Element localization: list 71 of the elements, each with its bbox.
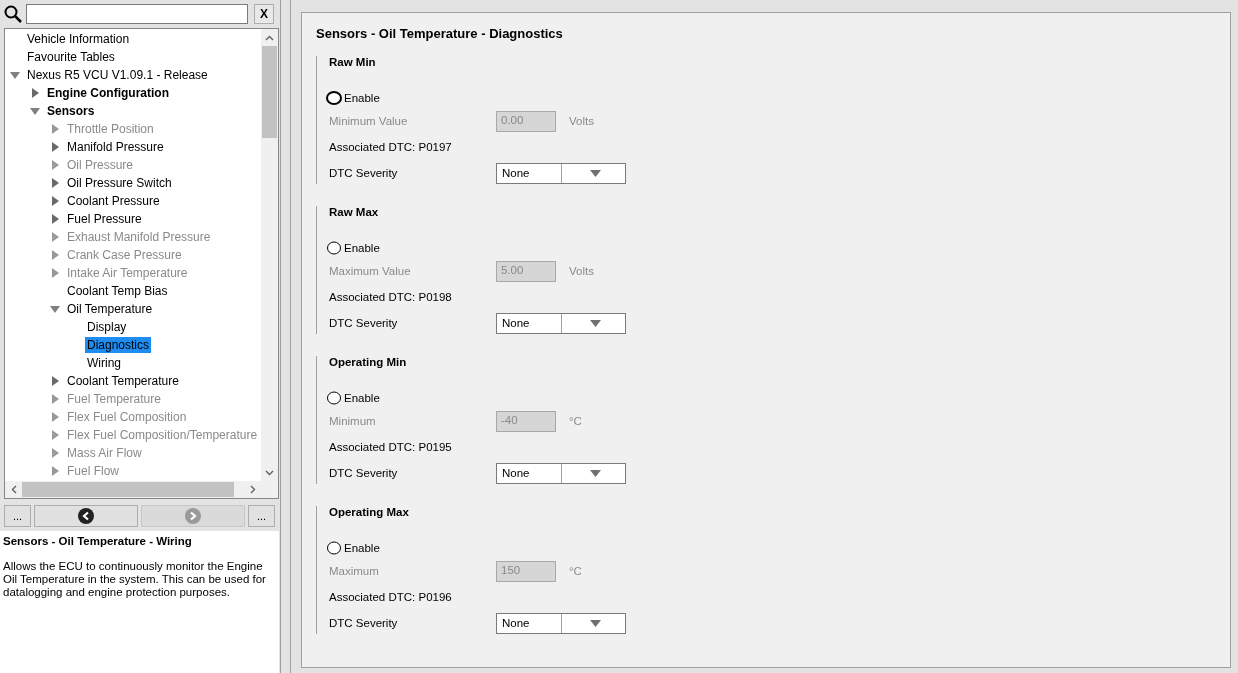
expanded-arrow-icon[interactable] [30, 107, 40, 115]
unit-label: °C [569, 415, 582, 427]
clear-button[interactable]: X [254, 4, 274, 24]
value-label: Minimum [329, 415, 377, 427]
unit-label: °C [569, 565, 582, 577]
severity-label: DTC Severity [329, 617, 399, 629]
severity-dropdown[interactable]: None [496, 462, 626, 484]
severity-label: DTC Severity [329, 317, 399, 329]
tree-item[interactable]: Oil Temperature [45, 301, 155, 317]
scroll-right-icon[interactable] [249, 485, 256, 494]
enable-radio[interactable]: Enable [326, 240, 380, 256]
dropdown-arrow-icon [590, 319, 602, 327]
severity-dropdown[interactable]: None [496, 312, 626, 334]
right-chevron-icon [185, 508, 201, 524]
search-field[interactable] [26, 4, 248, 24]
dropdown-arrow-icon [590, 469, 602, 477]
tree-item[interactable]: Nexus R5 VCU V1.09.1 - Release [5, 67, 210, 83]
section-title: Raw Max [329, 206, 380, 220]
dropdown-arrow-icon [590, 169, 602, 177]
severity-dropdown[interactable]: None [496, 612, 626, 634]
expanded-arrow-icon[interactable] [10, 71, 20, 79]
value-label: Maximum Value [329, 265, 412, 277]
dropdown-arrow-icon [590, 619, 602, 627]
tree-item[interactable]: Manifold Pressure [45, 139, 166, 155]
dtc-label: Associated DTC: P0195 [329, 441, 452, 453]
enable-radio[interactable]: Enable [326, 540, 380, 556]
radio-icon [326, 241, 342, 255]
vertical-scrollbar-thumb[interactable] [262, 46, 277, 138]
unit-label: Volts [569, 115, 594, 127]
dtc-label: Associated DTC: P0196 [329, 591, 452, 603]
tree-item[interactable]: Oil Pressure Switch [45, 175, 174, 191]
description-title: Sensors - Oil Temperature - Wiring [3, 535, 193, 547]
tree-item[interactable]: Sensors [25, 103, 97, 119]
tree-item[interactable]: Coolant Temperature [45, 373, 181, 389]
back-button[interactable] [34, 505, 138, 527]
section-title: Operating Min [329, 356, 408, 370]
search-icon [4, 5, 22, 23]
radio-icon [326, 91, 342, 105]
left-chevron-icon [78, 508, 94, 524]
severity-label: DTC Severity [329, 467, 399, 479]
more-button[interactable]: ... [4, 505, 31, 527]
enable-radio[interactable]: Enable [326, 90, 380, 106]
dtc-label: Associated DTC: P0198 [329, 291, 452, 303]
value-label: Maximum [329, 565, 380, 577]
section-title: Raw Min [329, 56, 377, 70]
radio-icon [326, 541, 342, 555]
radio-icon [326, 391, 342, 405]
tree-item[interactable]: Coolant Temp Bias [45, 283, 170, 299]
unit-label: Volts [569, 265, 594, 277]
tree-item[interactable]: Wiring [65, 355, 123, 371]
tree-item[interactable]: Favourite Tables [5, 49, 117, 65]
scroll-down-icon[interactable] [265, 469, 274, 476]
tree-item[interactable]: Engine Configuration [25, 85, 171, 101]
severity-dropdown[interactable]: None [496, 162, 626, 184]
description-text: Allows the ECU to continuously monitor the Engine Oil Temperature in the system. This can be used for datalogging and engine protection purposes. [3, 560, 267, 599]
dtc-label: Associated DTC: P0197 [329, 141, 452, 153]
severity-label: DTC Severity [329, 167, 399, 179]
tree-item[interactable]: Coolant Pressure [45, 193, 162, 209]
section-title: Operating Max [329, 506, 410, 520]
tree-item[interactable]: Vehicle Information [5, 31, 132, 47]
scroll-left-icon[interactable] [10, 485, 17, 494]
collapsed-arrow-icon[interactable] [31, 88, 39, 98]
enable-radio[interactable]: Enable [326, 390, 380, 406]
expanded-arrow-icon[interactable] [50, 305, 60, 313]
horizontal-scrollbar-thumb[interactable] [22, 482, 234, 497]
page-title: Sensors - Oil Temperature - Diagnostics [316, 26, 564, 41]
tree-item[interactable]: Display [65, 319, 129, 335]
more-button[interactable]: ... [248, 505, 275, 527]
value-label: Minimum Value [329, 115, 409, 127]
scroll-up-icon[interactable] [265, 34, 274, 41]
tree-item[interactable]: Fuel Pressure [45, 211, 144, 227]
